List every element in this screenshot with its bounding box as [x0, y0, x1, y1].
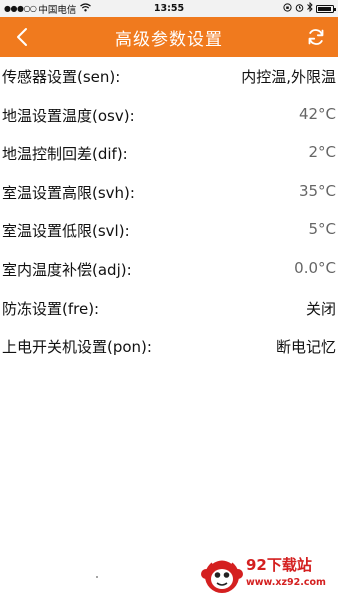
monkey-logo-icon: [201, 558, 243, 593]
settings-list: 传感器设置(sen): 内控温,外限温 地温设置温度(osv): 42°C 地温…: [0, 57, 338, 366]
setting-label: 地温设置温度(osv):: [2, 106, 135, 125]
setting-row-svh[interactable]: 室温设置高限(svh): 35°C: [0, 173, 338, 212]
battery-icon: [316, 4, 336, 13]
setting-value: 断电记忆: [275, 338, 336, 357]
setting-label: 室温设置高限(svh):: [2, 183, 135, 202]
setting-value: 5°C: [308, 220, 336, 239]
setting-value: 关闭: [305, 299, 336, 318]
setting-label: 传感器设置(sen):: [2, 68, 121, 86]
setting-label: 上电开关机设置(pon):: [2, 338, 152, 357]
orientation-lock-icon: [283, 2, 292, 15]
setting-row-pon[interactable]: 上电开关机设置(pon): 断电记忆: [0, 327, 338, 366]
setting-label: 地温控制回差(dif):: [2, 145, 128, 164]
watermark-title: 92下载站: [246, 556, 312, 574]
setting-label: 室内温度补偿(adj):: [2, 260, 132, 279]
setting-row-adj[interactable]: 室内温度补偿(adj): 0.0°C: [0, 250, 338, 289]
setting-value: 0.0°C: [294, 258, 336, 277]
setting-row-dif[interactable]: 地温控制回差(dif): 2°C: [0, 134, 338, 173]
bluetooth-icon: [307, 1, 313, 15]
setting-label: 防冻设置(fre):: [2, 299, 100, 318]
watermark: 92下载站 www.xz92.com: [200, 552, 336, 598]
refresh-icon: [308, 29, 324, 45]
setting-value: 35°C: [298, 181, 336, 200]
nav-bar: 高级参数设置: [0, 17, 338, 57]
setting-value: 42°C: [298, 104, 336, 123]
setting-value: 2°C: [308, 143, 336, 162]
watermark-url: www.xz92.com: [246, 577, 326, 588]
setting-row-svl[interactable]: 室温设置低限(svl): 5°C: [0, 211, 338, 250]
status-bar: ●●●○○ 中国电信 13:55: [0, 0, 338, 17]
setting-row-osv[interactable]: 地温设置温度(osv): 42°C: [0, 96, 338, 135]
setting-value: 内控温,外限温: [241, 68, 336, 86]
refresh-button[interactable]: [302, 17, 330, 57]
alarm-clock-icon: [295, 3, 304, 15]
status-right: [283, 0, 336, 17]
setting-row-sensor[interactable]: 传感器设置(sen): 内控温,外限温: [0, 57, 338, 96]
setting-row-fre[interactable]: 防冻设置(fre): 关闭: [0, 289, 338, 328]
page-title: 高级参数设置: [115, 29, 223, 50]
stray-dot: [96, 576, 98, 578]
battery-level: [318, 6, 331, 11]
setting-label: 室温设置低限(svl):: [2, 222, 130, 241]
